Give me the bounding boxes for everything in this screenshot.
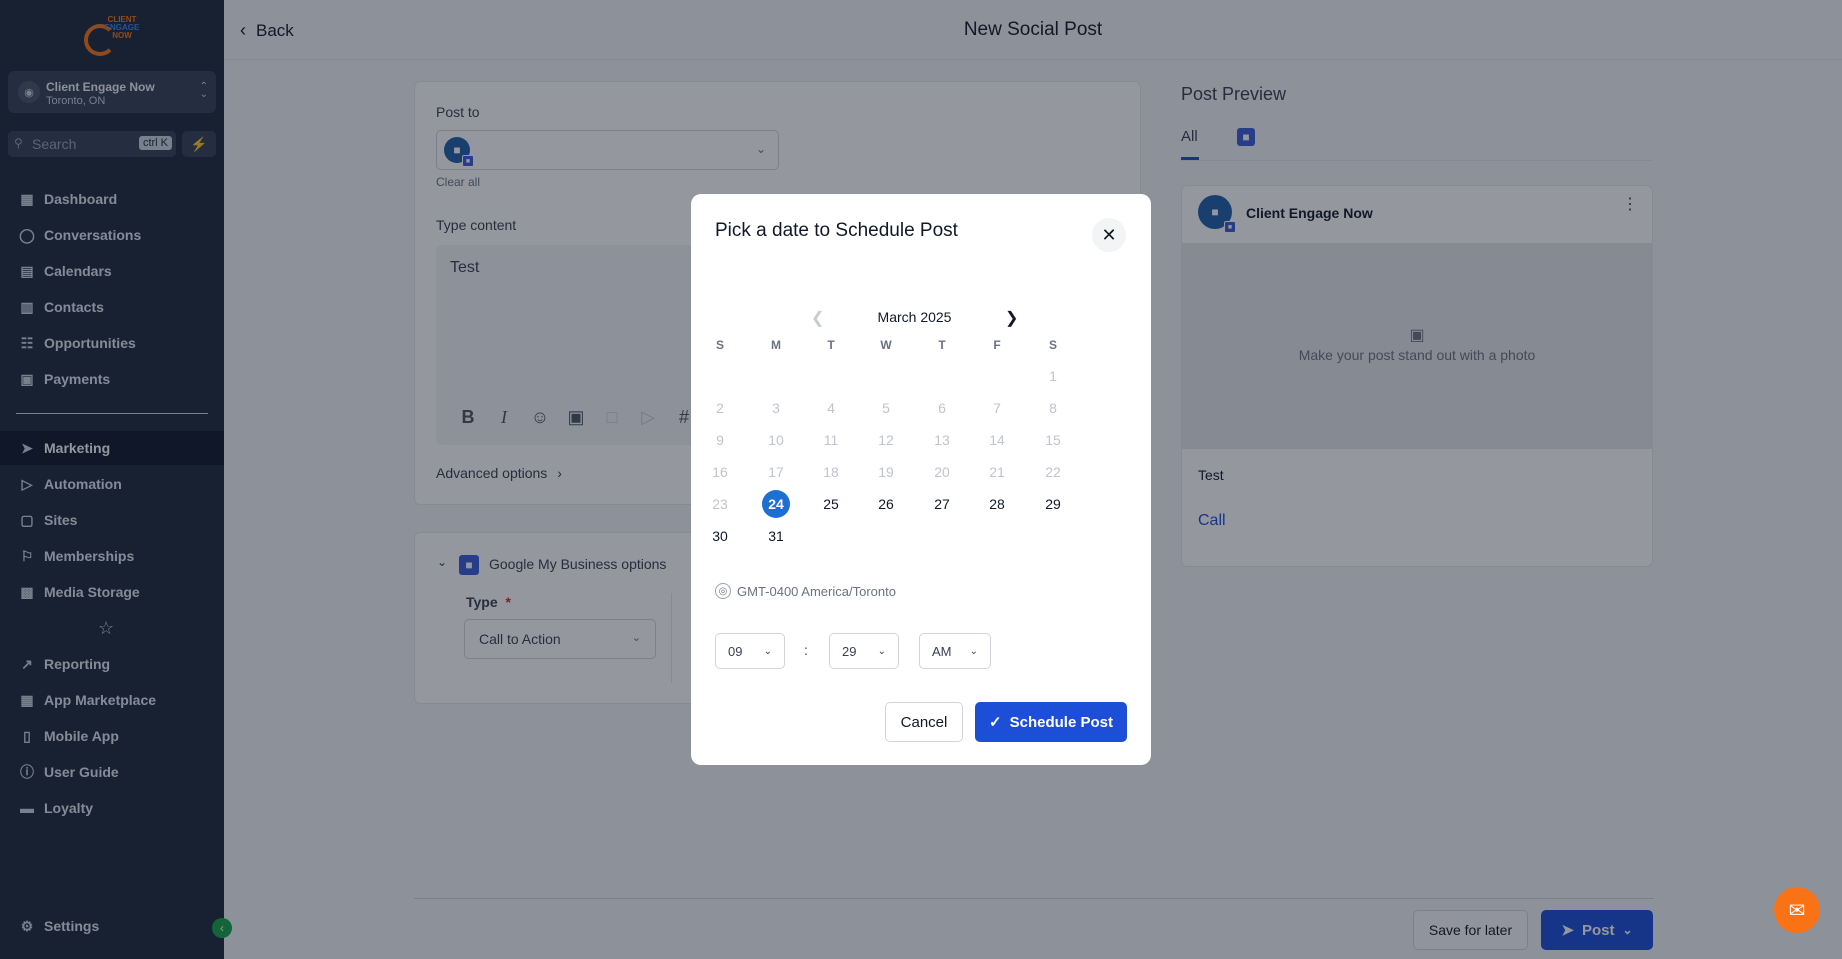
close-icon[interactable]: ✕ <box>1092 218 1126 252</box>
cancel-button[interactable]: Cancel <box>885 702 963 742</box>
weekday-label: S <box>715 338 724 352</box>
schedule-post-label: Schedule Post <box>1009 713 1113 731</box>
calendar-day: 17 <box>768 464 784 480</box>
help-widget-button[interactable]: ✉ <box>1774 887 1820 933</box>
calendar-day: 5 <box>882 400 890 416</box>
chat-help-icon: ✉ <box>1788 899 1806 922</box>
calendar-day[interactable]: 31 <box>762 522 790 550</box>
calendar-day: 18 <box>823 464 839 480</box>
calendar-day: 9 <box>716 432 724 448</box>
calendar-day: 14 <box>989 432 1005 448</box>
weekday-label: T <box>827 338 835 352</box>
ampm-value: AM <box>932 643 952 659</box>
weekday-label: M <box>771 338 781 352</box>
calendar-day: 20 <box>934 464 950 480</box>
minute-select[interactable]: 29 ⌄ <box>829 633 899 669</box>
calendar-day: 1 <box>1049 368 1057 384</box>
schedule-post-button[interactable]: ✓ Schedule Post <box>975 702 1127 742</box>
calendar-day: 4 <box>827 400 835 416</box>
weekday-label: T <box>938 338 946 352</box>
globe-icon: ◎ <box>715 583 731 599</box>
calendar-day: 2 <box>716 400 724 416</box>
calendar-day: 16 <box>712 464 728 480</box>
calendar-day[interactable]: 27 <box>928 490 956 518</box>
calendar-day: 15 <box>1045 432 1061 448</box>
calendar-day: 3 <box>772 400 780 416</box>
next-month-icon[interactable]: ❯ <box>1005 308 1018 328</box>
calendar-day: 13 <box>934 432 950 448</box>
calendar-day: 22 <box>1045 464 1061 480</box>
calendar-day-selected[interactable]: 24 <box>762 490 790 518</box>
weekday-label: S <box>1048 338 1057 352</box>
ampm-select[interactable]: AM ⌄ <box>919 633 991 669</box>
calendar-day[interactable]: 28 <box>983 490 1011 518</box>
calendar-day[interactable]: 26 <box>872 490 900 518</box>
calendar-day: 6 <box>938 400 946 416</box>
time-separator: : <box>804 642 808 658</box>
hour-select[interactable]: 09 ⌄ <box>715 633 785 669</box>
chevron-down-icon: ⌄ <box>763 645 772 657</box>
calendar-day[interactable]: 29 <box>1039 490 1067 518</box>
schedule-post-modal: Pick a date to Schedule Post ✕ ❮ March 2… <box>691 194 1151 765</box>
modal-title: Pick a date to Schedule Post <box>715 220 958 241</box>
calendar-day: 8 <box>1049 400 1057 416</box>
calendar-day: 10 <box>768 432 784 448</box>
hour-value: 09 <box>728 643 743 659</box>
timezone-text: GMT-0400 America/Toronto <box>737 583 896 599</box>
check-circle-icon: ✓ <box>989 714 1002 731</box>
weekday-label: W <box>880 338 892 352</box>
calendar-day: 21 <box>989 464 1005 480</box>
calendar-day: 7 <box>993 400 1001 416</box>
calendar-day: 11 <box>823 432 839 448</box>
minute-value: 29 <box>842 643 857 659</box>
timezone-label: ◎ GMT-0400 America/Toronto <box>715 583 896 599</box>
calendar-month-label: March 2025 <box>877 309 952 325</box>
calendar-day: 12 <box>878 432 894 448</box>
weekday-label: F <box>993 338 1001 352</box>
chevron-down-icon: ⌄ <box>877 645 886 657</box>
calendar-day[interactable]: 30 <box>706 522 734 550</box>
calendar-day: 19 <box>878 464 894 480</box>
calendar-day: 23 <box>712 496 728 512</box>
calendar-day[interactable]: 25 <box>817 490 845 518</box>
chevron-down-icon: ⌄ <box>969 645 978 657</box>
